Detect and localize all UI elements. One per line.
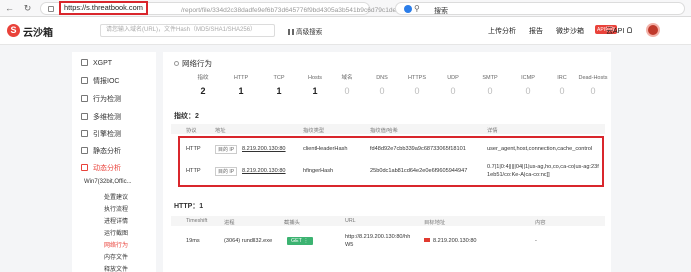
stat-http[interactable]: HTTP 1 [223,74,259,97]
col-process: 进程 [224,220,235,226]
search-engine-icon [404,5,412,13]
http-table-header: Timeshift 进程 截捕头 URL 目标地址 内容 [171,216,605,226]
stat-dead-hosts[interactable]: Dead-Hosts 0 [575,74,611,97]
stat-domain[interactable]: 域名 0 [329,74,365,97]
section-title: 网络行为 [174,58,212,69]
process-selector[interactable]: Win7(32bit,Offic... [84,179,132,185]
sidebar-item-engine[interactable]: 引擎检测 [81,129,121,141]
url-host[interactable]: https://s.threatbook.com [59,1,148,15]
avatar[interactable] [646,23,660,37]
col-content: 内容 [535,220,546,226]
col-hash: 指纹值/哈希 [370,128,398,134]
http-url-line2[interactable]: W5 [345,242,353,248]
intel-icon [81,77,88,84]
dynamic-icon [81,164,88,171]
site-search-input[interactable]: 请您输入域名(URL)，文件Hash（MD5/SHA1/SHA256） [100,24,275,37]
x-icon [81,59,88,66]
sidebar-item-static[interactable]: 静态分析 [81,146,121,158]
stat-dns[interactable]: DNS 0 [364,74,400,97]
http-content: - [535,238,537,244]
browser-search[interactable]: ⚲ 搜索 [395,2,685,15]
search-icon: ⚲ [414,4,420,13]
col-detail: 详情 [487,128,498,134]
behavior-icon [81,95,88,102]
sidebar-item-behavior[interactable]: 行为检测 [81,94,121,106]
filter-icon [288,29,294,35]
engine-icon [81,130,88,137]
sidebar-item-multi[interactable]: 多维检测 [81,112,121,124]
nav-api[interactable]: 云API [606,26,624,36]
lock-icon [48,6,54,12]
main-panel: 网络行为 指纹 2 HTTP 1 TCP 1 Hosts 1 域名 0 DNS 0 HTTP… [163,52,611,272]
sidebar-item-xgpt[interactable]: XGPT [81,59,112,71]
stat-fingerprint[interactable]: 指纹 2 [185,74,221,97]
stat-icmp[interactable]: ICMP 0 [510,74,546,97]
http-url-line1[interactable]: http://8.219.200.130:80/hh [345,234,410,240]
stat-tcp[interactable]: TCP 1 [261,74,297,97]
http-heading: HTTP：1 [174,203,204,210]
sidebar-item-intel[interactable]: 情报IOC [81,76,119,88]
fingerprint-table-header: 协议 地址 指纹类型 指纹值/哈希 详情 [171,124,605,134]
flag-icon [424,238,430,242]
fingerprint-heading: 指纹：2 [174,113,199,120]
site-header: S 云沙箱 请您输入域名(URL)，文件Hash（MD5/SHA1/SHA256… [0,17,691,45]
stat-udp[interactable]: UDP 0 [435,74,471,97]
sidebar-sub-process[interactable]: 进程详情 [104,216,128,225]
http-target: 8.219.200.130:80 [424,238,477,244]
advanced-search-button[interactable]: 高级搜索 [288,26,322,36]
sidebar: XGPT 情报IOC 行为检测 多维检测 引擎检测 静态分析 动态分析 Win7… [72,52,156,272]
table-row: 19ms (3064) rundll32.exe GET ⋮ http://8.… [171,230,605,254]
col-target: 目标地址 [424,220,446,226]
sidebar-sub-screenshot[interactable]: 运行截图 [104,228,128,237]
browser-toolbar: ← ↻ /report/file/334d2c38dadfe9ef6b73d64… [0,0,691,17]
bell-icon[interactable] [627,27,632,33]
sidebar-sub-memory[interactable]: 内存文件 [104,252,128,261]
col-capture: 截捕头 [284,220,300,226]
logo-text[interactable]: 云沙箱 [23,24,53,39]
http-method-badge[interactable]: GET ⋮ [287,237,313,245]
top-nav: 上传分析 报告 微步沙箱 [488,26,597,36]
right-gutter [618,52,691,272]
stat-smtp[interactable]: SMTP 0 [472,74,508,97]
http-timeshift: 19ms [186,238,200,244]
back-icon[interactable]: ← [4,3,15,14]
multi-icon [81,113,88,120]
col-timeshift: Timeshift [186,218,208,224]
refresh-icon[interactable]: ↻ [22,3,33,14]
col-protocol: 协议 [186,128,197,134]
sidebar-sub-advice[interactable]: 处置建议 [104,192,128,201]
network-icon [174,61,179,66]
nav-report[interactable]: 报告 [529,28,543,35]
stat-hosts[interactable]: Hosts 1 [297,74,333,97]
sidebar-sub-flow[interactable]: 执行流程 [104,204,128,213]
browser-search-label: 搜索 [434,8,448,15]
url-path: /report/file/334d2c38dadfe9ef6b73d645776… [181,7,406,14]
nav-upload[interactable]: 上传分析 [488,28,516,35]
sidebar-item-dynamic[interactable]: 动态分析 [81,163,121,175]
nav-sandbox[interactable]: 微步沙箱 [556,28,584,35]
highlight-box [178,136,604,187]
logo-icon[interactable]: S [7,24,20,37]
http-process: (3064) rundll32.exe [224,238,273,244]
col-address: 地址 [215,128,226,134]
sidebar-sub-dropped[interactable]: 释放文件 [104,264,128,272]
sidebar-sub-network[interactable]: 网络行为 [104,240,128,249]
static-icon [81,147,88,154]
stats-bar: 指纹 2 HTTP 1 TCP 1 Hosts 1 域名 0 DNS 0 HTTPS 0 UD… [171,74,607,104]
col-url: URL [345,218,356,224]
stat-https[interactable]: HTTPS 0 [399,74,435,97]
col-type: 指纹类型 [303,128,325,134]
